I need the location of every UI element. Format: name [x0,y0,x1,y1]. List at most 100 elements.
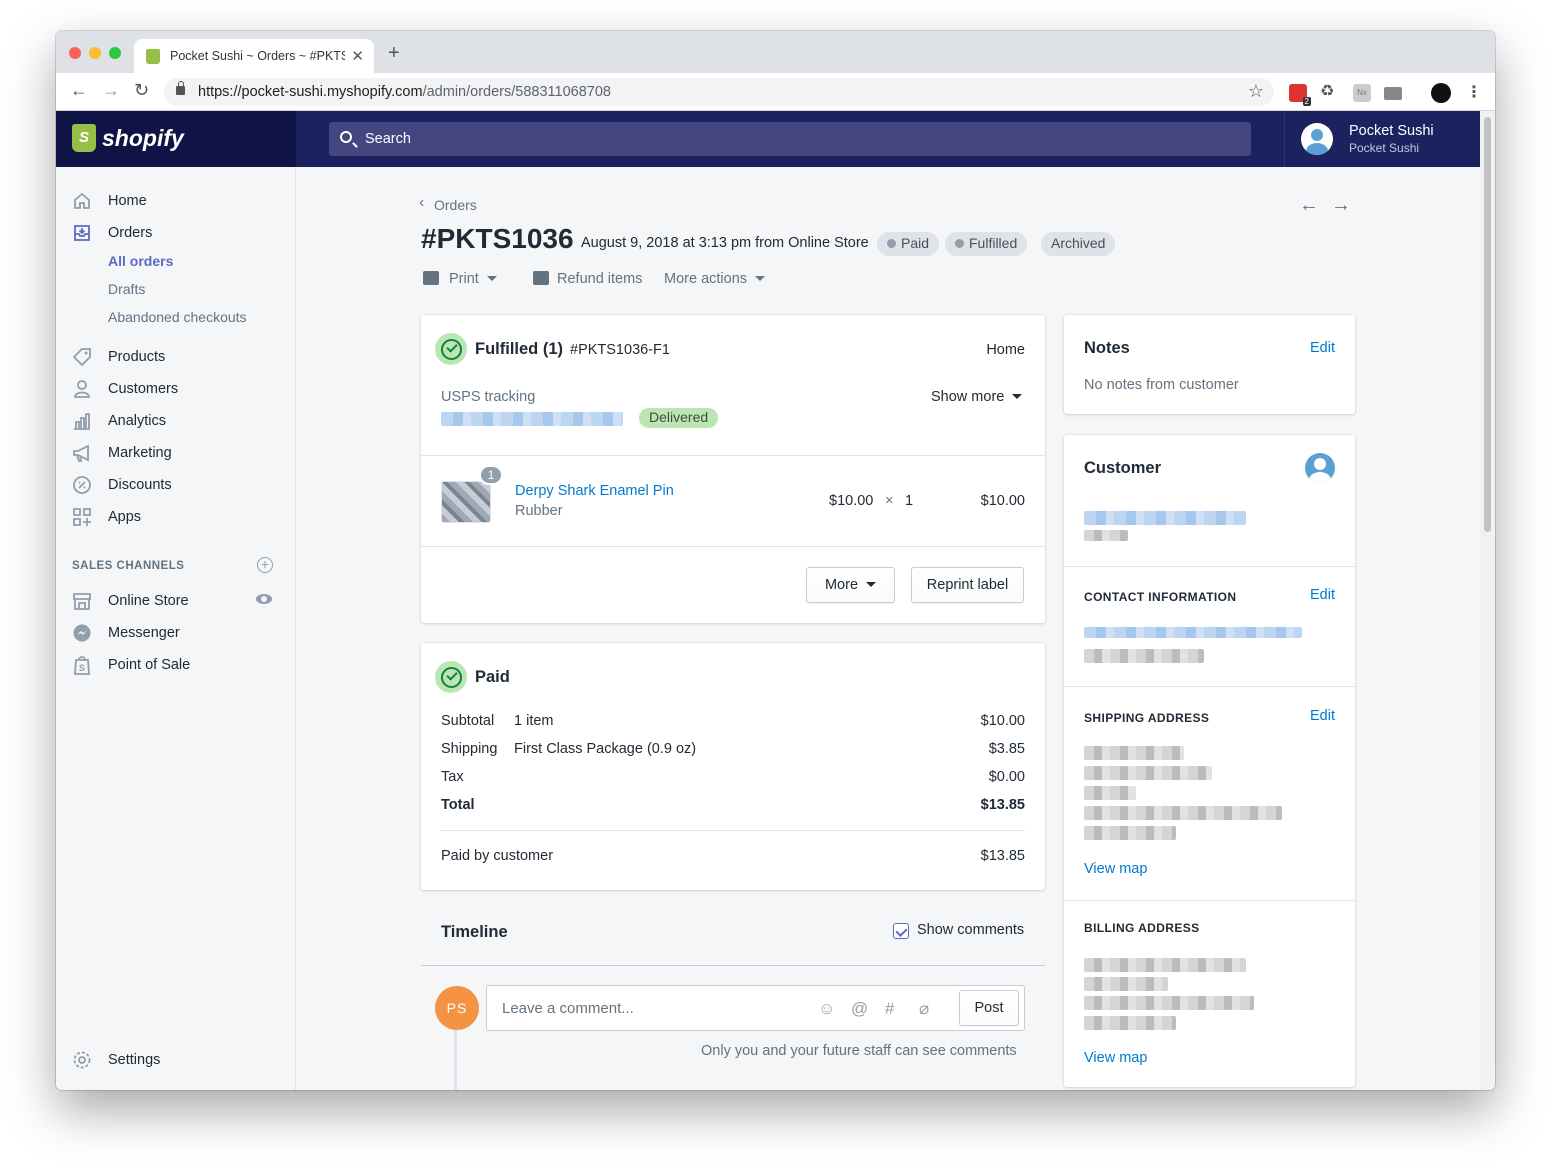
tab-bar: Pocket Sushi ~ Orders ~ #PKTS ✕ + [56,31,1495,73]
sidebar-subitem-drafts[interactable]: Drafts [108,281,145,297]
sidebar-item-label: Messenger [108,625,180,641]
sidebar-item-orders[interactable]: Orders [56,219,296,251]
search-placeholder: Search [365,131,411,147]
product-link[interactable]: Derpy Shark Enamel Pin [515,483,674,499]
account-name: Pocket Sushi [1349,123,1434,139]
more-actions-label: More actions [664,271,748,287]
discount-icon [72,475,92,495]
phone-redacted [1084,649,1204,663]
reload-icon[interactable]: ↻ [134,81,149,99]
subtotal-amount: $10.00 [980,713,1025,729]
more-button[interactable]: More [806,567,895,603]
timeline-title: Timeline [441,923,508,941]
sidebar-item-label: Apps [108,509,142,525]
more-actions-button[interactable]: More actions [664,271,766,287]
close-tab-icon[interactable]: ✕ [351,47,364,65]
refund-items-button[interactable]: Refund items [533,271,642,287]
forward-icon[interactable]: → [102,81,120,99]
sidebar-item-analytics[interactable]: Analytics [56,407,296,439]
page-scrollbar[interactable] [1480,111,1495,1090]
sidebar-item-apps[interactable]: Apps [56,503,296,535]
mention-icon[interactable]: @ [851,999,868,1019]
browser-menu-icon[interactable]: ⋮ [1466,82,1482,102]
shipping-edit-link[interactable]: Edit [1310,708,1335,724]
new-tab-icon[interactable]: + [388,43,400,63]
show-comments-checkbox[interactable] [893,923,909,939]
address-bar[interactable]: https://pocket-sushi.myshopify.com/admin… [164,78,1274,106]
browser-tab[interactable]: Pocket Sushi ~ Orders ~ #PKTS ✕ [134,39,374,73]
caret-down-icon [486,276,497,281]
logo-area[interactable]: shopify [56,111,296,167]
extension-camera-icon[interactable] [1384,87,1402,100]
tab-title: Pocket Sushi ~ Orders ~ #PKTS [170,49,345,63]
show-more-label: Show more [931,389,1005,405]
minimize-window-button[interactable] [89,47,101,59]
bookmark-star-icon[interactable]: ☆ [1248,81,1264,102]
show-more-button[interactable]: Show more [931,389,1023,405]
back-icon[interactable]: ← [70,81,88,99]
account-avatar [1301,123,1333,155]
add-channel-icon[interactable]: + [257,557,273,573]
account-store-name: Pocket Sushi [1349,141,1420,155]
quantity-badge: 1 [479,465,503,485]
sales-channels-heading: SALES CHANNELS [72,560,185,572]
divider [441,830,1025,831]
sidebar-item-home[interactable]: Home [56,187,296,219]
extension-nx-icon[interactable]: Nx [1353,84,1371,102]
shipping-address-heading: SHIPPING ADDRESS [1084,711,1210,725]
tracking-number-redacted[interactable] [441,412,623,426]
attachment-icon[interactable]: ⌀ [919,999,929,1019]
comment-input[interactable]: Leave a comment... ☺ @ # ⌀ Post [486,985,1025,1031]
sidebar-item-settings[interactable]: Settings [56,1046,296,1078]
fulfilled-check-icon [435,333,467,365]
sidebar-item-point-of-sale[interactable]: S Point of Sale [56,651,296,683]
apps-icon [72,507,92,527]
emoji-icon[interactable]: ☺ [818,999,835,1019]
sidebar-item-products[interactable]: Products [56,343,296,375]
sidebar-subitem-all-orders[interactable]: All orders [108,253,173,269]
print-label: Print [449,271,479,287]
show-comments-label[interactable]: Show comments [917,922,1024,938]
scrollbar-thumb[interactable] [1484,117,1491,532]
print-button[interactable]: Print [423,271,497,287]
hashtag-icon[interactable]: # [885,999,894,1019]
next-order-arrow-icon[interactable]: → [1331,194,1351,217]
shipping-view-map-link[interactable]: View map [1084,861,1147,877]
tax-label: Tax [441,769,464,785]
breadcrumb[interactable]: Orders [434,197,477,213]
sidebar-item-discounts[interactable]: Discounts [56,471,296,503]
customer-name-redacted[interactable] [1084,511,1246,525]
maximize-window-button[interactable] [109,47,121,59]
contact-heading: CONTACT INFORMATION [1084,590,1237,604]
previous-order-arrow-icon[interactable]: ← [1299,194,1319,217]
order-meta: August 9, 2018 at 3:13 pm from Online St… [581,235,869,251]
reprint-label-button[interactable]: Reprint label [911,567,1024,603]
search-input[interactable]: Search [329,122,1251,156]
divider [1064,900,1355,901]
extension-recycle-icon[interactable]: ♻ [1320,81,1338,100]
sidebar-item-marketing[interactable]: Marketing [56,439,296,471]
email-redacted[interactable] [1084,627,1302,638]
notes-card: Notes Edit No notes from customer [1064,315,1355,414]
comment-placeholder: Leave a comment... [502,1000,634,1017]
tag-icon [72,347,92,367]
close-window-button[interactable] [69,47,81,59]
shopify-logo-text: shopify [102,125,184,151]
billing-line-redacted [1084,996,1254,1010]
profile-avatar[interactable] [1431,83,1451,103]
view-store-eye-icon[interactable] [256,594,272,604]
sidebar-item-customers[interactable]: Customers [56,375,296,407]
billing-view-map-link[interactable]: View map [1084,1050,1147,1066]
extension-calendar-icon[interactable]: 2 [1289,84,1311,106]
sidebar-subitem-abandoned-checkouts[interactable]: Abandoned checkouts [108,309,247,325]
contact-edit-link[interactable]: Edit [1310,587,1335,603]
shopify-favicon-icon [146,49,160,64]
account-menu[interactable]: Pocket Sushi Pocket Sushi [1284,111,1480,167]
divider [421,546,1045,547]
paid-check-icon [435,661,467,693]
paid-title: Paid [475,668,510,686]
post-button[interactable]: Post [959,990,1019,1026]
notes-edit-link[interactable]: Edit [1310,340,1335,356]
sidebar-item-messenger[interactable]: Messenger [56,619,296,651]
printer-icon [423,271,439,285]
